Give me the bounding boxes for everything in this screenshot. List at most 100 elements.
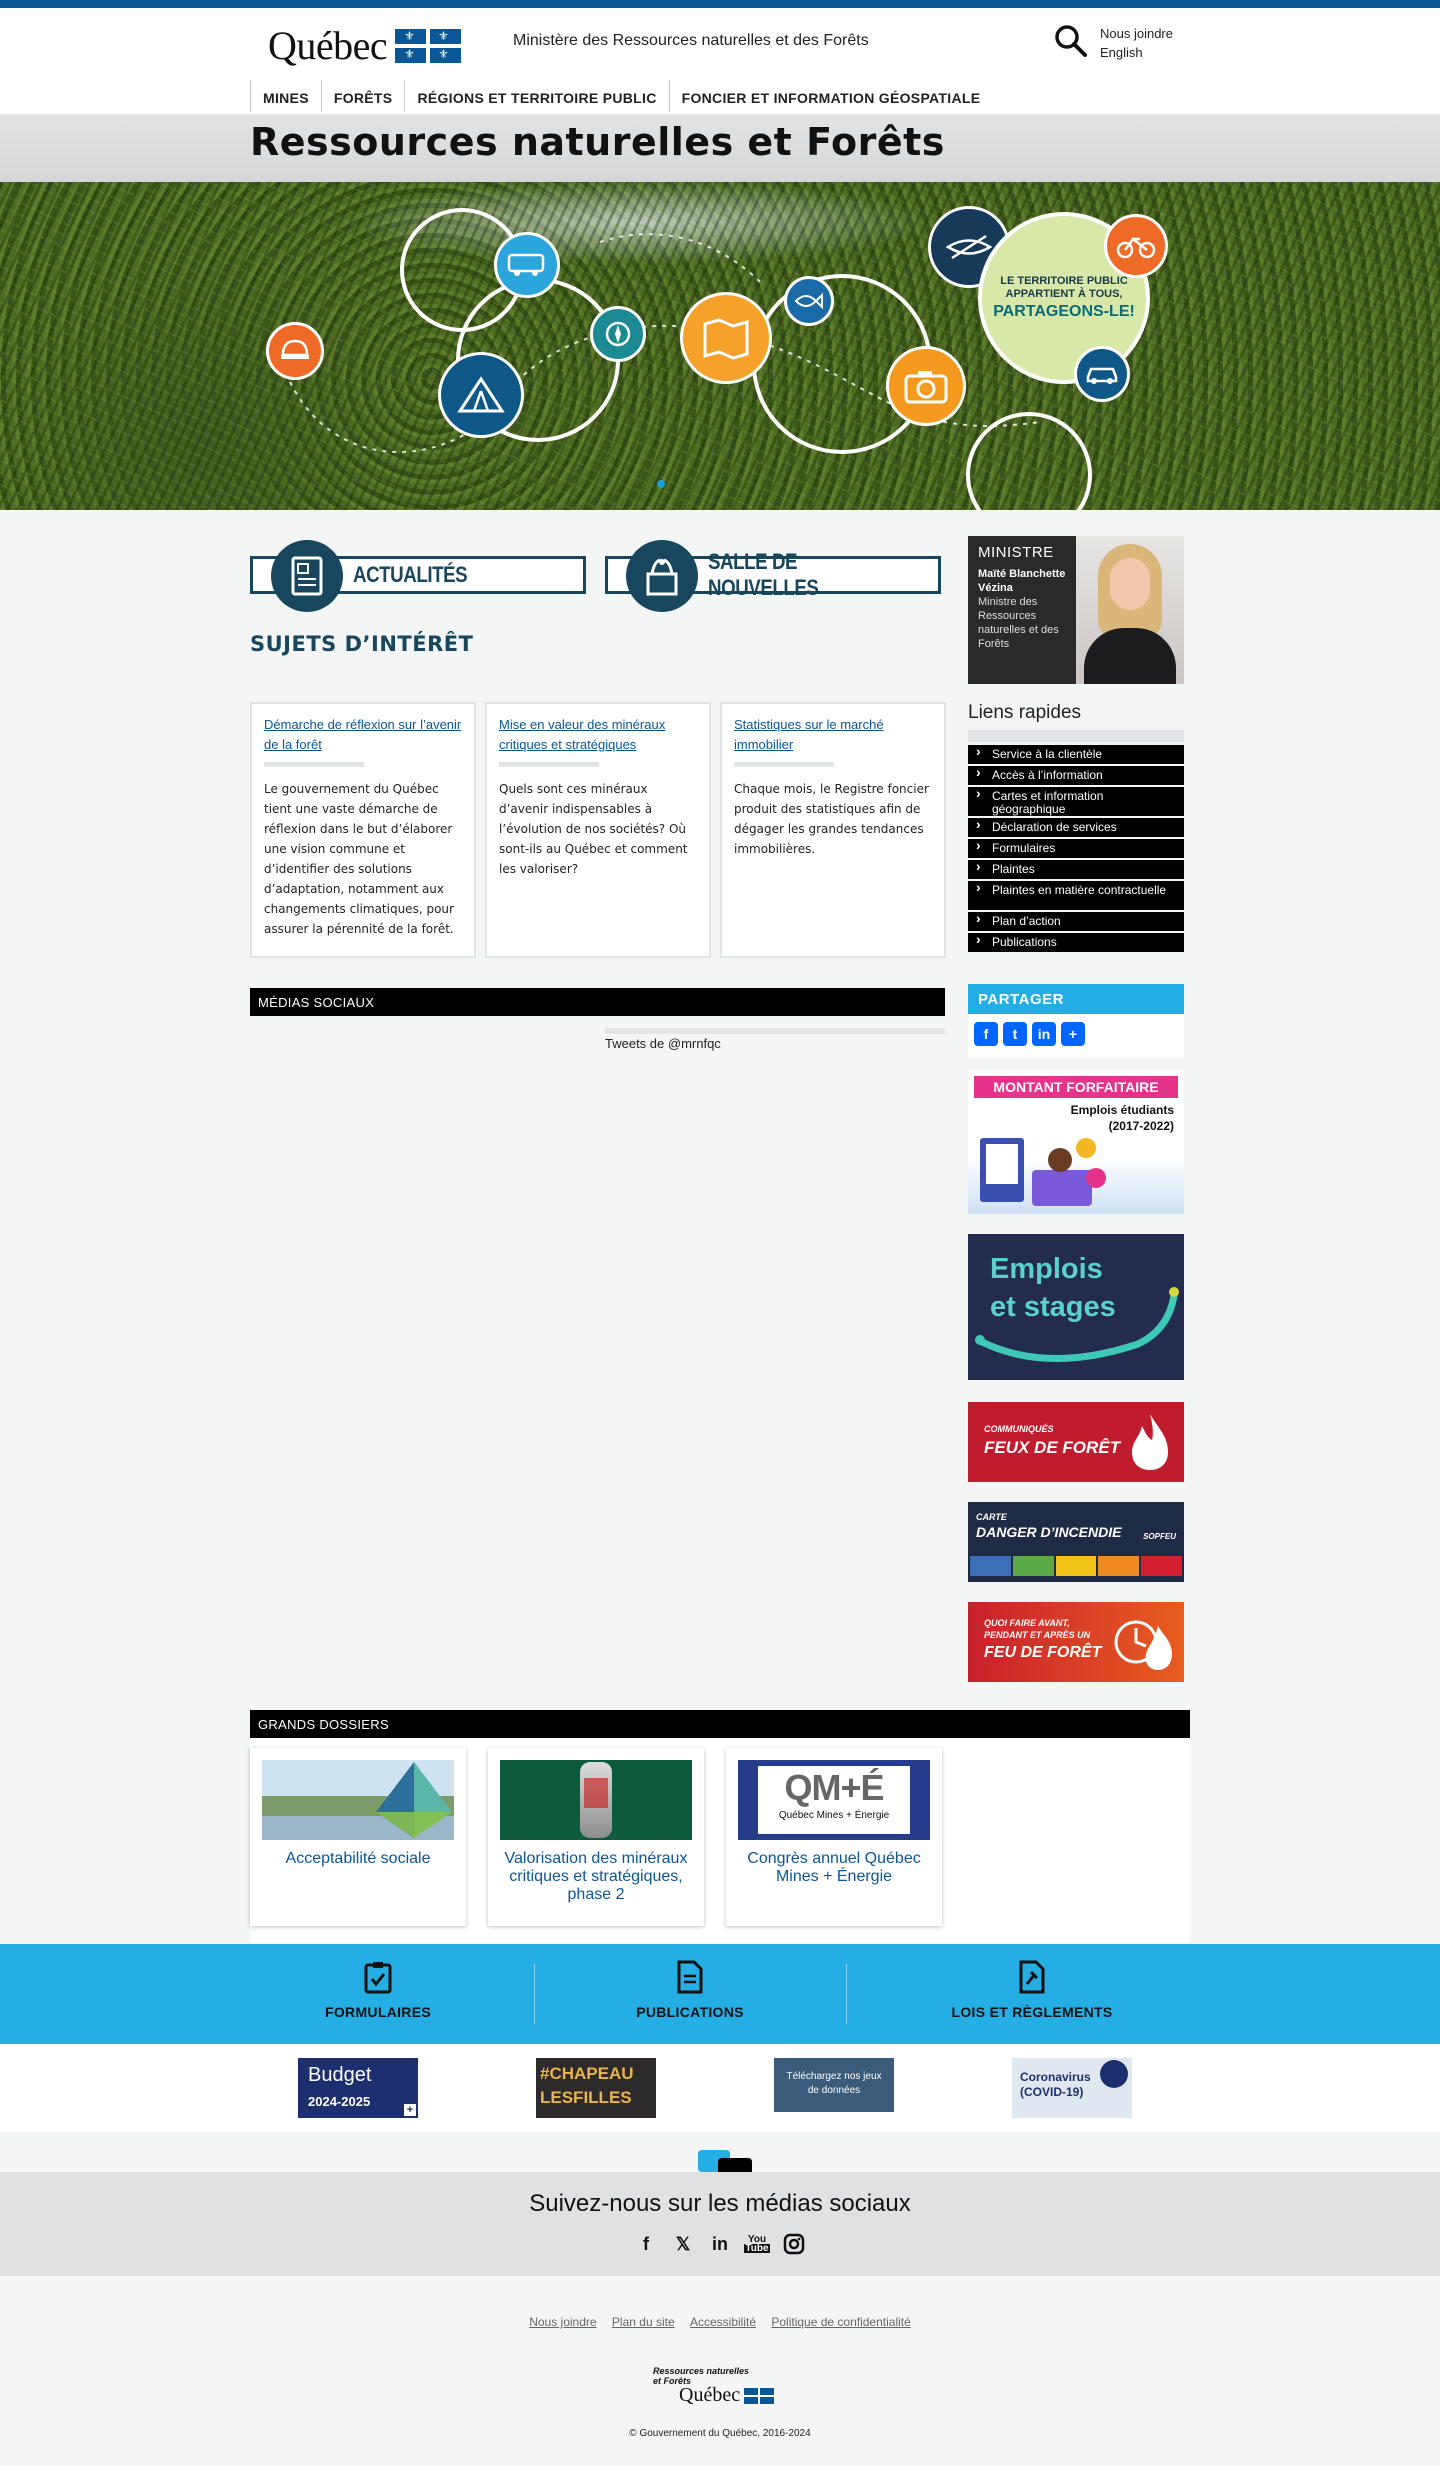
- quick-link-publications[interactable]: Publications: [968, 933, 1184, 952]
- donnees-text: Téléchargez nos jeux de données: [786, 2071, 882, 2096]
- english-link[interactable]: English: [1100, 43, 1173, 62]
- nav-forets[interactable]: FORÊTS: [320, 80, 405, 112]
- budget-line2: 2024-2025: [308, 2094, 371, 2109]
- donnees-banner[interactable]: Téléchargez nos jeux de données: [774, 2058, 894, 2112]
- quick-link-plaintes[interactable]: Plaintes: [968, 860, 1184, 879]
- forfait-sub1: Emplois étudiants: [1070, 1103, 1174, 1117]
- newsroom-button-label: SALLE DE NOUVELLES: [708, 549, 819, 600]
- quick-link-service[interactable]: Service à la clientèle: [968, 745, 1184, 764]
- quick-link-plan-action[interactable]: Plan d’action: [968, 912, 1184, 931]
- band-formulaires-label: FORMULAIRES: [325, 2004, 431, 2020]
- map-icon: [680, 292, 772, 384]
- facebook-icon[interactable]: f: [974, 1022, 998, 1046]
- chapeau-les-filles-banner[interactable]: #CHAPEAU LESFILLES: [536, 2058, 656, 2118]
- dossier-caption: Congrès annuel Québec Mines + Énergie: [747, 1850, 921, 1885]
- footer-logo[interactable]: Ressources naturelles et Forêts Québec: [653, 2366, 793, 2410]
- virus-icon: [1100, 2060, 1128, 2088]
- budget-banner[interactable]: Budget 2024-2025 +: [298, 2058, 418, 2118]
- social-band: [0, 2172, 1440, 2276]
- instagram-icon[interactable]: [782, 2232, 806, 2256]
- band-publications-label: PUBLICATIONS: [636, 2004, 744, 2020]
- plus-icon: +: [404, 2104, 416, 2116]
- quick-link-formulaires[interactable]: Formulaires: [968, 839, 1184, 858]
- topic-card: Statistiques sur le marché immobilier Ch…: [720, 702, 946, 958]
- share-icon[interactable]: +: [1061, 1022, 1085, 1046]
- main-navigation: MINES FORÊTS RÉGIONS ET TERRITOIRE PUBLI…: [250, 80, 992, 112]
- quick-link-plaintes-contractuelle[interactable]: Plaintes en matière contractuelle: [968, 881, 1184, 910]
- dossier-card[interactable]: Acceptabilité sociale: [250, 1748, 466, 1926]
- dossier-card[interactable]: Valorisation des minéraux critiques et s…: [488, 1748, 704, 1926]
- minister-card[interactable]: MINISTRE Maïté Blanchette Vézina Ministr…: [968, 536, 1184, 684]
- topic-link[interactable]: Démarche de réflexion sur l’avenir de la…: [264, 717, 461, 752]
- covid-banner[interactable]: Coronavirus (COVID-19): [1012, 2058, 1132, 2118]
- quoi-faire-banner[interactable]: QUOI FAIRE AVANT, PENDANT ET APRÈS UN FE…: [968, 1602, 1184, 1682]
- danger-scale: [970, 1556, 1182, 1576]
- bicycle-icon: [1104, 214, 1168, 278]
- x-icon[interactable]: 𝕏: [671, 2232, 695, 2256]
- topic-link[interactable]: Mise en valeur des minéraux critiques et…: [499, 717, 665, 752]
- page-title: Ressources naturelles et Forêts: [250, 120, 945, 164]
- slider-dot[interactable]: [657, 480, 665, 488]
- dossier-caption: Valorisation des minéraux critiques et s…: [504, 1850, 688, 1903]
- quoi-small2: PENDANT ET APRÈS UN: [984, 1630, 1091, 1640]
- danger-incendie-banner[interactable]: CARTE DANGER D’INCENDIE SOPFEU: [968, 1502, 1184, 1582]
- linkedin-icon[interactable]: in: [1032, 1022, 1056, 1046]
- footer-link-privacy[interactable]: Politique de confidentialité: [771, 2315, 910, 2329]
- fish-icon: [784, 276, 834, 326]
- dossiers-bar: GRANDS DOSSIERS: [250, 1710, 1190, 1738]
- social-title: Suivez-nous sur les médias sociaux: [529, 2190, 911, 2217]
- twitter-icon[interactable]: t: [1003, 1022, 1027, 1046]
- newsroom-button[interactable]: SALLE DE NOUVELLES: [605, 540, 941, 612]
- tent-icon: [438, 352, 524, 438]
- hero-banner[interactable]: LE TERRITOIRE PUBLIC APPARTIENT À TOUS, …: [0, 182, 1440, 510]
- quoi-small1: QUOI FAIRE AVANT,: [984, 1618, 1070, 1628]
- search-icon[interactable]: [1054, 24, 1088, 58]
- dossier-card[interactable]: QM+É Québec Mines + Énergie Congrès annu…: [726, 1748, 942, 1926]
- nav-mines[interactable]: MINES: [250, 80, 321, 112]
- nav-foncier[interactable]: FONCIER ET INFORMATION GÉOSPATIALE: [668, 80, 993, 112]
- dossier-image: [500, 1760, 692, 1840]
- topic-card: Démarche de réflexion sur l’avenir de la…: [250, 702, 476, 958]
- quick-links-list: Service à la clientèle Accès à l’informa…: [968, 745, 1184, 954]
- band-publications[interactable]: PUBLICATIONS: [540, 1960, 840, 2020]
- footer-link-contact[interactable]: Nous joindre: [529, 2315, 596, 2329]
- nav-regions[interactable]: RÉGIONS ET TERRITOIRE PUBLIC: [404, 80, 668, 112]
- podium-icon: [626, 540, 698, 612]
- band-separator: [846, 1964, 847, 2024]
- tweets-divider: [605, 1028, 945, 1034]
- dossier-image: [262, 1760, 454, 1840]
- share-box: PARTAGER f t in +: [968, 984, 1184, 1058]
- emplois-swoosh: [975, 1287, 1179, 1362]
- emplois-banner[interactable]: Emplois et stages: [968, 1234, 1184, 1380]
- quick-link-acces[interactable]: Accès à l’information: [968, 766, 1184, 785]
- car-icon: [1074, 346, 1130, 402]
- linkedin-icon[interactable]: in: [708, 2232, 732, 2256]
- newspaper-icon: [271, 540, 343, 612]
- band-formulaires[interactable]: FORMULAIRES: [228, 1960, 528, 2020]
- band-lois[interactable]: LOIS ET RÈGLEMENTS: [882, 1960, 1182, 2020]
- facebook-icon[interactable]: f: [634, 2232, 658, 2256]
- camera-icon: [886, 346, 966, 426]
- qme-logo: QM+É: [784, 1767, 884, 1808]
- compass-icon: [590, 306, 646, 362]
- news-button[interactable]: ACTUALITÉS: [250, 540, 586, 612]
- feux-big-text: FEUX DE FORÊT: [984, 1438, 1121, 1457]
- quick-link-declaration[interactable]: Déclaration de services: [968, 818, 1184, 837]
- topic-description: Chaque mois, le Registre foncier produit…: [734, 782, 929, 856]
- quebec-logo[interactable]: Québec ⚜ ⚜ ⚜ ⚜: [268, 22, 462, 69]
- contact-link[interactable]: Nous joindre: [1100, 24, 1173, 43]
- quick-links-divider: [968, 730, 1184, 742]
- feux-foret-banner[interactable]: COMMUNIQUÉS FEUX DE FORÊT: [968, 1402, 1184, 1482]
- dossier-caption: Acceptabilité sociale: [285, 1850, 431, 1867]
- footer-link-accessibility[interactable]: Accessibilité: [690, 2315, 756, 2329]
- ministry-name: Ministère des Ressources naturelles et d…: [513, 32, 869, 49]
- forfait-banner[interactable]: MONTANT FORFAITAIRE Emplois étudiants (2…: [968, 1070, 1184, 1214]
- hero-slogan-line1: LE TERRITOIRE PUBLIC APPARTIENT À TOUS,: [1000, 275, 1128, 300]
- footer-link-sitemap[interactable]: Plan du site: [612, 2315, 675, 2329]
- minister-text: MINISTRE Maïté Blanchette Vézina Ministr…: [978, 544, 1074, 651]
- quick-link-cartes[interactable]: Cartes et information géographique: [968, 787, 1184, 816]
- topic-link[interactable]: Statistiques sur le marché immobilier: [734, 717, 884, 752]
- tweets-link[interactable]: Tweets de @mrnfqc: [605, 1036, 721, 1051]
- youtube-icon[interactable]: You Tube: [744, 2232, 770, 2256]
- share-icons: f t in +: [968, 1014, 1184, 1054]
